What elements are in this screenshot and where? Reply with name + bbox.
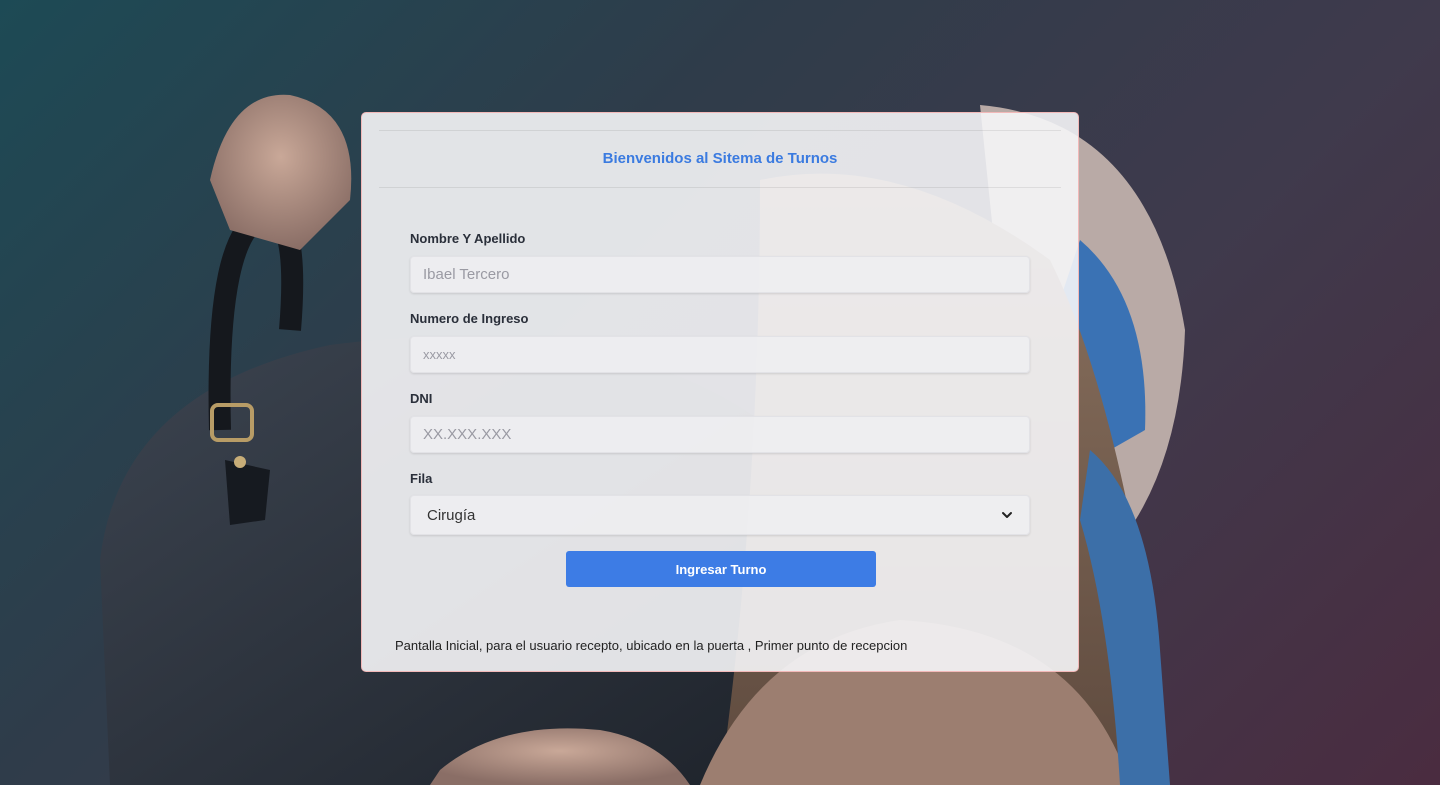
entry-number-input[interactable] xyxy=(410,336,1030,373)
name-input[interactable] xyxy=(410,256,1030,293)
login-card: Bienvenidos al Sitema de Turnos Nombre Y… xyxy=(361,112,1079,672)
name-label: Nombre Y Apellido xyxy=(410,231,526,246)
dni-label: DNI xyxy=(410,391,433,406)
entry-number-label: Numero de Ingreso xyxy=(410,311,529,326)
queue-selected-value: Cirugía xyxy=(427,506,476,524)
card-divider-top xyxy=(379,130,1061,131)
footer-description: Pantalla Inicial, para el usuario recept… xyxy=(395,638,908,653)
card-divider-bottom xyxy=(379,187,1061,188)
queue-select[interactable]: Cirugía xyxy=(410,495,1030,535)
submit-turn-button[interactable]: Ingresar Turno xyxy=(566,551,876,587)
chevron-down-icon xyxy=(1001,509,1013,521)
form-title: Bienvenidos al Sitema de Turnos xyxy=(602,150,838,167)
dni-input[interactable] xyxy=(410,416,1030,453)
queue-label: Fila xyxy=(410,471,433,486)
